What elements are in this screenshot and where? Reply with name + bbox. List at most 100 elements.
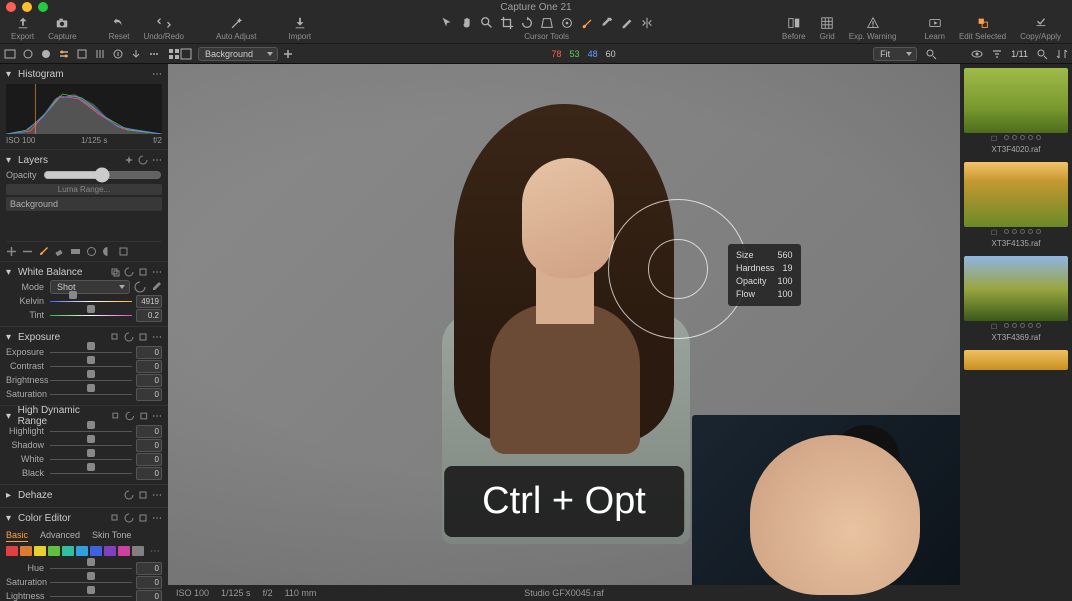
add-layer-icon[interactable] [282,48,294,60]
search-icon[interactable] [925,48,937,60]
thumb-rating[interactable]: ☐ [964,135,1068,143]
preset-icon[interactable] [138,267,148,277]
spot-tool-icon[interactable] [560,16,574,30]
reset-icon[interactable] [125,411,135,421]
mask-options-icon[interactable] [118,246,129,257]
library-tab-icon[interactable] [4,48,16,60]
edit-selected-button[interactable]: Edit Selected [952,16,1013,41]
ce-tab-advanced[interactable]: Advanced [40,530,80,542]
thumbnail-1[interactable]: ☐ XT3F4135.raf [964,162,1068,248]
image-canvas[interactable]: Size560 Hardness19 Opacity100 Flow100 Ct… [168,64,960,585]
ce-value-0[interactable]: 0 [136,562,162,575]
import-button[interactable]: Import [281,16,318,41]
view-grid-icon[interactable] [168,48,180,60]
minimize-window-icon[interactable] [22,2,32,12]
copy-apply-button[interactable]: Copy/Apply [1013,16,1068,41]
chevron-down-icon[interactable]: ▾ [6,411,14,422]
filter-icon[interactable] [991,48,1003,60]
tint-value[interactable]: 0.2 [136,309,162,322]
chevron-down-icon[interactable]: ▾ [6,155,14,166]
color-swatch-5[interactable] [76,546,88,556]
color-swatch-6[interactable] [90,546,102,556]
reset-icon[interactable] [124,513,134,523]
add-layer-icon[interactable] [6,246,17,257]
layer-dropdown[interactable]: Background [198,47,278,61]
more-tab-icon[interactable] [148,48,160,60]
before-button[interactable]: Before [775,16,813,41]
color-swatch-3[interactable] [48,546,60,556]
ce-slider-2[interactable] [50,590,132,601]
details-tab-icon[interactable] [76,48,88,60]
hdr-value-2[interactable]: 0 [136,453,162,466]
thumbs-sort-icon[interactable] [1056,48,1068,60]
view-single-icon[interactable] [180,48,192,60]
copy-icon[interactable] [110,267,120,277]
lens-tab-icon[interactable] [40,48,52,60]
export-button[interactable]: Export [4,16,41,41]
maximize-window-icon[interactable] [38,2,48,12]
chevron-down-icon[interactable]: ▾ [6,332,14,343]
thumbnail-2[interactable]: ☐ XT3F4369.raf [964,256,1068,342]
adjustments-tab-icon[interactable] [94,48,106,60]
capture-button[interactable]: Capture [41,16,83,41]
annotation-tool-icon[interactable] [620,16,634,30]
chevron-down-icon[interactable]: ▾ [6,267,14,278]
more-icon[interactable]: ⋯ [152,332,162,342]
hdr-slider-3[interactable] [50,467,132,479]
hand-tool-icon[interactable] [460,16,474,30]
exposure-value-1[interactable]: 0 [136,360,162,373]
grid-button[interactable]: Grid [813,16,842,41]
undo-redo-button[interactable]: Undo/Redo [137,16,191,41]
hdr-value-3[interactable]: 0 [136,467,162,480]
preset-icon[interactable] [138,490,148,500]
keystone-tool-icon[interactable] [540,16,554,30]
exp-warning-button[interactable]: Exp. Warning [842,16,904,41]
search-thumbs-icon[interactable] [1036,48,1048,60]
more-icon[interactable]: ⋯ [152,490,162,500]
mask-gradient-icon[interactable] [70,246,81,257]
image-viewer[interactable]: Size560 Hardness19 Opacity100 Flow100 Ct… [168,64,960,601]
cycle-icon[interactable] [134,281,146,293]
zoom-dropdown[interactable]: Fit [873,47,917,61]
visibility-toggle-icon[interactable] [971,48,983,60]
color-swatch-4[interactable] [62,546,74,556]
luma-range-button[interactable]: Luma Range... [6,184,162,195]
hdr-value-0[interactable]: 0 [136,425,162,438]
adjust-tab-icon[interactable] [58,48,70,60]
color-swatch-7[interactable] [104,546,116,556]
auto-adjust-button[interactable]: Auto Adjust [209,16,263,41]
layer-item-background[interactable]: Background [6,197,162,211]
color-swatch-0[interactable] [6,546,18,556]
kelvin-value[interactable]: 4919 [136,295,162,308]
preset-icon[interactable] [138,513,148,523]
auto-icon[interactable] [124,155,134,165]
thumbnail-3[interactable] [964,350,1068,370]
more-icon[interactable]: ⋯ [152,411,162,421]
mask-erase-icon[interactable] [54,246,65,257]
copy-icon[interactable] [110,513,120,523]
chevron-down-icon[interactable]: ▾ [6,513,14,524]
exposure-value-0[interactable]: 0 [136,346,162,359]
delete-layer-icon[interactable] [22,246,33,257]
chevron-down-icon[interactable]: ▾ [6,69,14,80]
capture-tab-icon[interactable] [22,48,34,60]
reset-icon[interactable] [124,490,134,500]
wb-mode-dropdown[interactable]: Shot [50,280,130,294]
brush-tool-icon[interactable] [580,16,594,30]
layer-opacity-slider[interactable] [43,170,162,180]
exposure-value-3[interactable]: 0 [136,388,162,401]
mask-invert-icon[interactable] [102,246,113,257]
eyedropper-tool-icon[interactable] [600,16,614,30]
preset-icon[interactable] [139,411,149,421]
preset-icon[interactable] [138,332,148,342]
mask-brush-icon[interactable] [38,246,49,257]
more-options-icon[interactable]: ⋯ [152,69,162,79]
hdr-value-1[interactable]: 0 [136,439,162,452]
mask-radial-icon[interactable] [86,246,97,257]
color-swatch-9[interactable] [132,546,144,556]
zoom-tool-icon[interactable] [480,16,494,30]
ce-tab-skintone[interactable]: Skin Tone [92,530,131,542]
chevron-right-icon[interactable]: ▸ [6,490,14,501]
metadata-tab-icon[interactable] [112,48,124,60]
mirror-tool-icon[interactable] [640,16,654,30]
